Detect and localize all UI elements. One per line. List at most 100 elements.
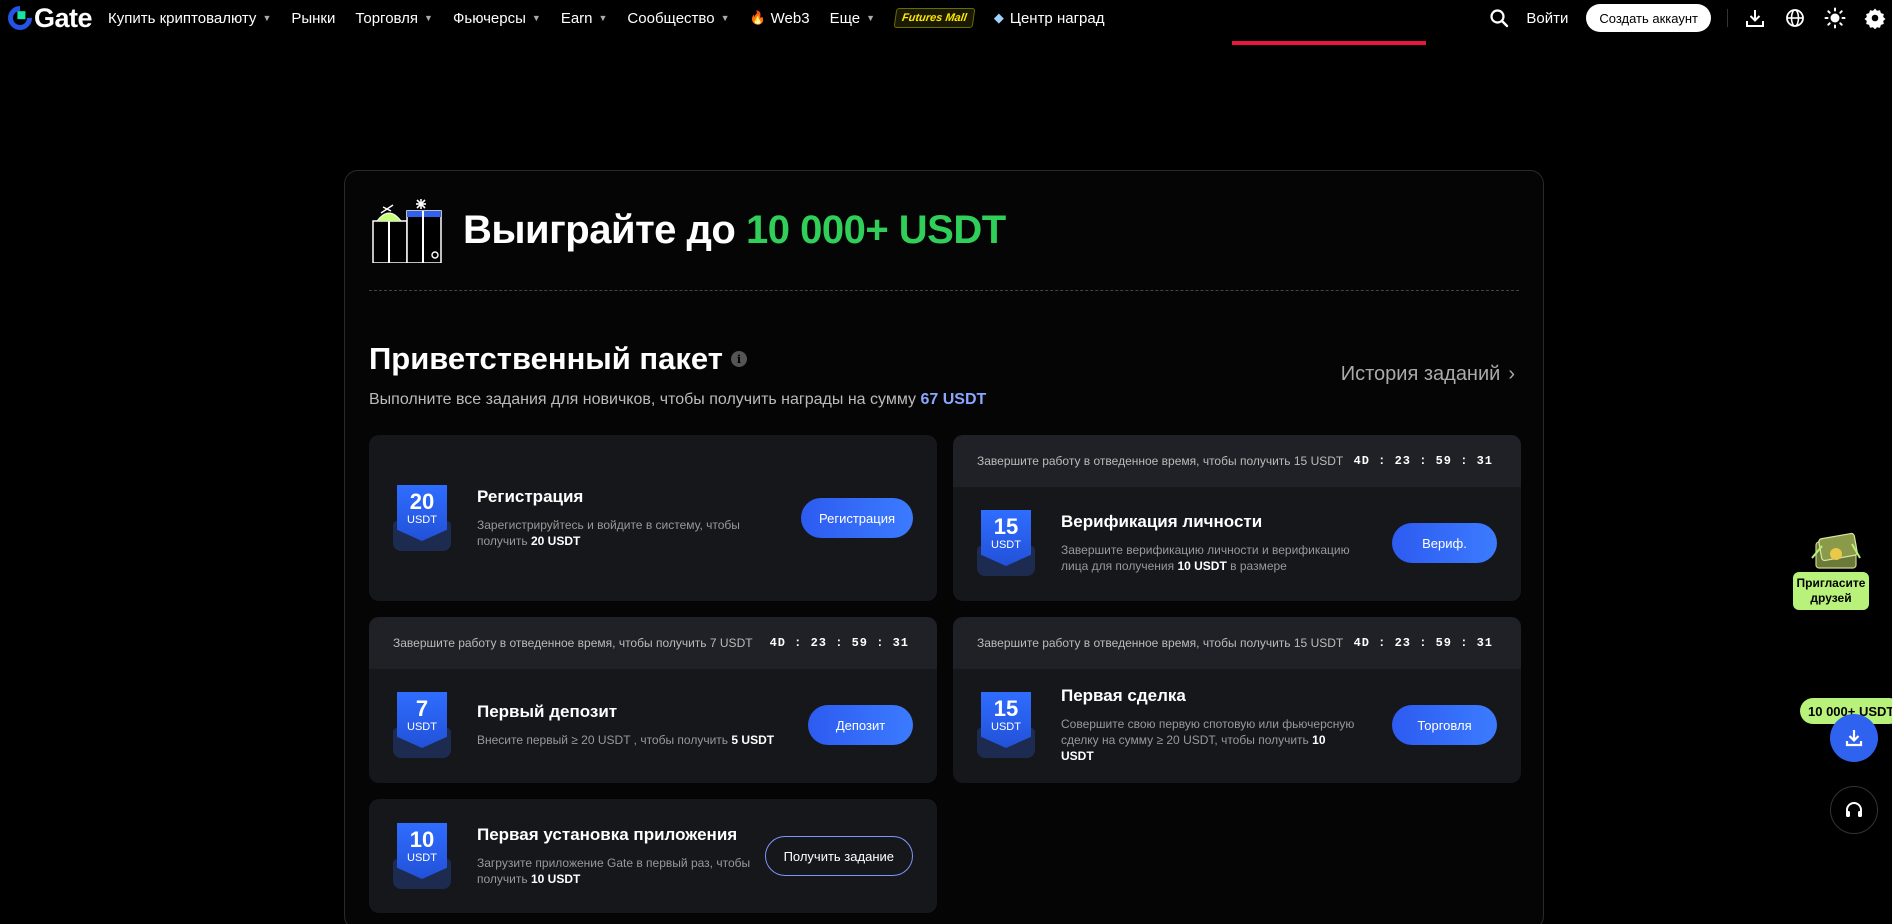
nav-item-label: Торговля bbox=[355, 9, 419, 27]
task-body: 10 USDT Первая установка приложения Загр… bbox=[369, 799, 937, 913]
invite-friends-widget[interactable]: Пригласите друзей bbox=[1792, 528, 1872, 610]
badge-flag: 15 USDT bbox=[981, 692, 1031, 748]
task-header-text: Завершите работу в отведенное время, что… bbox=[977, 636, 1344, 650]
task-name: Первая сделка bbox=[1061, 686, 1186, 705]
task-desc-reward: 20 USDT bbox=[530, 534, 581, 548]
nav-item-label: Web3 bbox=[770, 9, 810, 27]
nav-item-web3[interactable]: 🔥 Web3 bbox=[749, 10, 809, 27]
task-desc-text: Совершите свою первую спотовую или фьюче… bbox=[1061, 717, 1355, 747]
get-task-button[interactable]: Получить задание bbox=[764, 836, 913, 876]
info-icon[interactable]: i bbox=[730, 351, 747, 367]
page-progress-bar bbox=[1232, 41, 1426, 45]
fire-icon: 🔥 bbox=[749, 10, 766, 25]
countdown-timer: 4D : 23 : 59 : 31 bbox=[1353, 454, 1493, 468]
badge-unit: USDT bbox=[407, 852, 437, 864]
cube-icon: ◆ bbox=[993, 10, 1004, 25]
package-subtitle-text: Выполните все задания для новичков, чтоб… bbox=[369, 391, 917, 408]
download-icon[interactable] bbox=[1744, 7, 1766, 29]
usdt-reward-badge: 15 USDT bbox=[977, 692, 1035, 758]
chevron-down-icon: ▼ bbox=[424, 13, 433, 23]
task-body: 15 USDT Верификация личности Завершите в… bbox=[953, 487, 1521, 599]
gift-box-icon bbox=[369, 197, 443, 264]
globe-icon[interactable] bbox=[1784, 7, 1806, 29]
task-body: 15 USDT Первая сделка Совершите свою пер… bbox=[953, 669, 1521, 781]
hero-title-prefix: Выиграйте до bbox=[463, 207, 736, 252]
download-icon bbox=[1845, 730, 1863, 747]
nav-item-label: Фьючерсы bbox=[452, 9, 526, 27]
usdt-reward-badge: 20 USDT bbox=[393, 485, 451, 551]
nav-item-trading[interactable]: Торговля ▼ bbox=[355, 10, 433, 27]
deposit-button[interactable]: Депозит bbox=[808, 705, 913, 745]
task-name: Первый депозит bbox=[477, 702, 618, 721]
nav-item-markets[interactable]: Рынки bbox=[291, 10, 335, 27]
welcome-panel: Выиграйте до 10 000+ USDT Приветственный… bbox=[344, 170, 1544, 924]
nav-menu: Купить криптовалюту ▼ Рынки Торговля ▼ Фью… bbox=[108, 8, 1124, 28]
search-icon[interactable] bbox=[1488, 7, 1510, 29]
task-card-registration: 20 USDT Регистрация Зарегистрируйтесь и … bbox=[369, 435, 937, 601]
chevron-right-icon: › bbox=[1508, 363, 1515, 385]
task-desc-reward: 10 USDT bbox=[530, 872, 581, 886]
hero-title-amount: 10 000+ USDT bbox=[745, 207, 1006, 252]
nav-item-rewards-center[interactable]: ◆ Центр наград bbox=[994, 10, 1105, 27]
nav-item-label: Рынки bbox=[291, 9, 336, 27]
nav-item-community[interactable]: Сообщество ▼ bbox=[627, 10, 729, 27]
task-desc-text: Загрузите приложение Gate в первый раз, … bbox=[477, 856, 751, 886]
settings-gear-icon[interactable] bbox=[1864, 7, 1886, 29]
package-subtitle-amount: 67 USDT bbox=[920, 391, 987, 408]
signup-button[interactable]: Создать аккаунт bbox=[1586, 4, 1711, 32]
usdt-reward-badge: 10 USDT bbox=[393, 823, 451, 889]
nav-item-earn[interactable]: Earn ▼ bbox=[561, 10, 608, 27]
task-text: Первый депозит Внесите первый ≥ 20 USDT … bbox=[477, 702, 777, 748]
badge-unit: USDT bbox=[991, 539, 1021, 551]
nav-item-buy-crypto[interactable]: Купить криптовалюту ▼ bbox=[108, 10, 271, 27]
task-text: Верификация личности Завершите верификац… bbox=[1061, 512, 1361, 574]
chevron-down-icon: ▼ bbox=[720, 13, 730, 23]
task-header: Завершите работу в отведенное время, что… bbox=[953, 435, 1521, 487]
badge-amount: 20 bbox=[409, 489, 435, 514]
badge-unit: USDT bbox=[407, 721, 437, 733]
nav-item-label: Сообщество bbox=[627, 9, 715, 27]
badge-amount: 7 bbox=[415, 696, 429, 721]
chevron-down-icon: ▼ bbox=[598, 13, 608, 23]
task-history-link[interactable]: История заданий › bbox=[1341, 363, 1515, 386]
package-subtitle: Выполните все задания для новичков, чтоб… bbox=[369, 391, 986, 409]
gate-logo[interactable]: Gate bbox=[3, 1, 93, 35]
futures-mall-logo[interactable]: Futures Mall bbox=[893, 8, 976, 28]
trade-button[interactable]: Торговля bbox=[1392, 705, 1497, 745]
task-text: Первая установка приложения Загрузите пр… bbox=[477, 825, 777, 887]
task-body: 7 USDT Первый депозит Внесите первый ≥ 2… bbox=[369, 669, 937, 781]
task-card-kyc: Завершите работу в отведенное время, что… bbox=[953, 435, 1521, 601]
task-header: Завершите работу в отведенное время, что… bbox=[953, 617, 1521, 669]
badge-unit: USDT bbox=[991, 721, 1021, 733]
task-desc-reward: 5 USDT bbox=[731, 733, 775, 747]
task-header: Завершите работу в отведенное время, что… bbox=[369, 617, 937, 669]
register-button[interactable]: Регистрация bbox=[801, 498, 913, 538]
nav-item-futures[interactable]: Фьючерсы ▼ bbox=[453, 10, 541, 27]
task-history-label: История заданий bbox=[1340, 363, 1501, 385]
badge-flag: 7 USDT bbox=[397, 692, 447, 748]
task-name: Верификация личности bbox=[1061, 512, 1263, 531]
usdt-reward-badge: 15 USDT bbox=[977, 510, 1035, 576]
usdt-reward-badge: 7 USDT bbox=[393, 692, 451, 758]
nav-item-label: Еще bbox=[829, 9, 861, 27]
task-desc: Зарегистрируйтесь и войдите в систему, ч… bbox=[477, 517, 777, 549]
task-desc: Загрузите приложение Gate в первый раз, … bbox=[477, 855, 777, 887]
theme-sun-icon[interactable] bbox=[1824, 7, 1846, 29]
support-fab[interactable] bbox=[1830, 786, 1878, 834]
top-nav: Gate Купить криптовалюту ▼ Рынки Торговля… bbox=[0, 0, 1892, 36]
badge-amount: 15 bbox=[993, 696, 1019, 721]
task-card-deposit: Завершите работу в отведенное время, что… bbox=[369, 617, 937, 783]
login-link[interactable]: Войти bbox=[1526, 10, 1568, 27]
nav-divider bbox=[1727, 9, 1728, 27]
countdown-timer: 4D : 23 : 59 : 31 bbox=[769, 636, 909, 650]
headset-icon bbox=[1846, 802, 1862, 817]
task-desc-text: Зарегистрируйтесь и войдите в систему, ч… bbox=[477, 518, 740, 548]
chevron-down-icon: ▼ bbox=[262, 13, 272, 23]
nav-item-more[interactable]: Еще ▼ bbox=[830, 10, 875, 27]
verify-button[interactable]: Вериф. bbox=[1392, 523, 1497, 563]
task-name: Первая установка приложения bbox=[477, 825, 738, 844]
task-text: Регистрация Зарегистрируйтесь и войдите … bbox=[477, 487, 777, 549]
download-app-fab[interactable] bbox=[1830, 714, 1878, 762]
task-desc: Завершите верификацию личности и верифик… bbox=[1061, 542, 1361, 574]
nav-item-label: Центр наград bbox=[1009, 9, 1105, 27]
